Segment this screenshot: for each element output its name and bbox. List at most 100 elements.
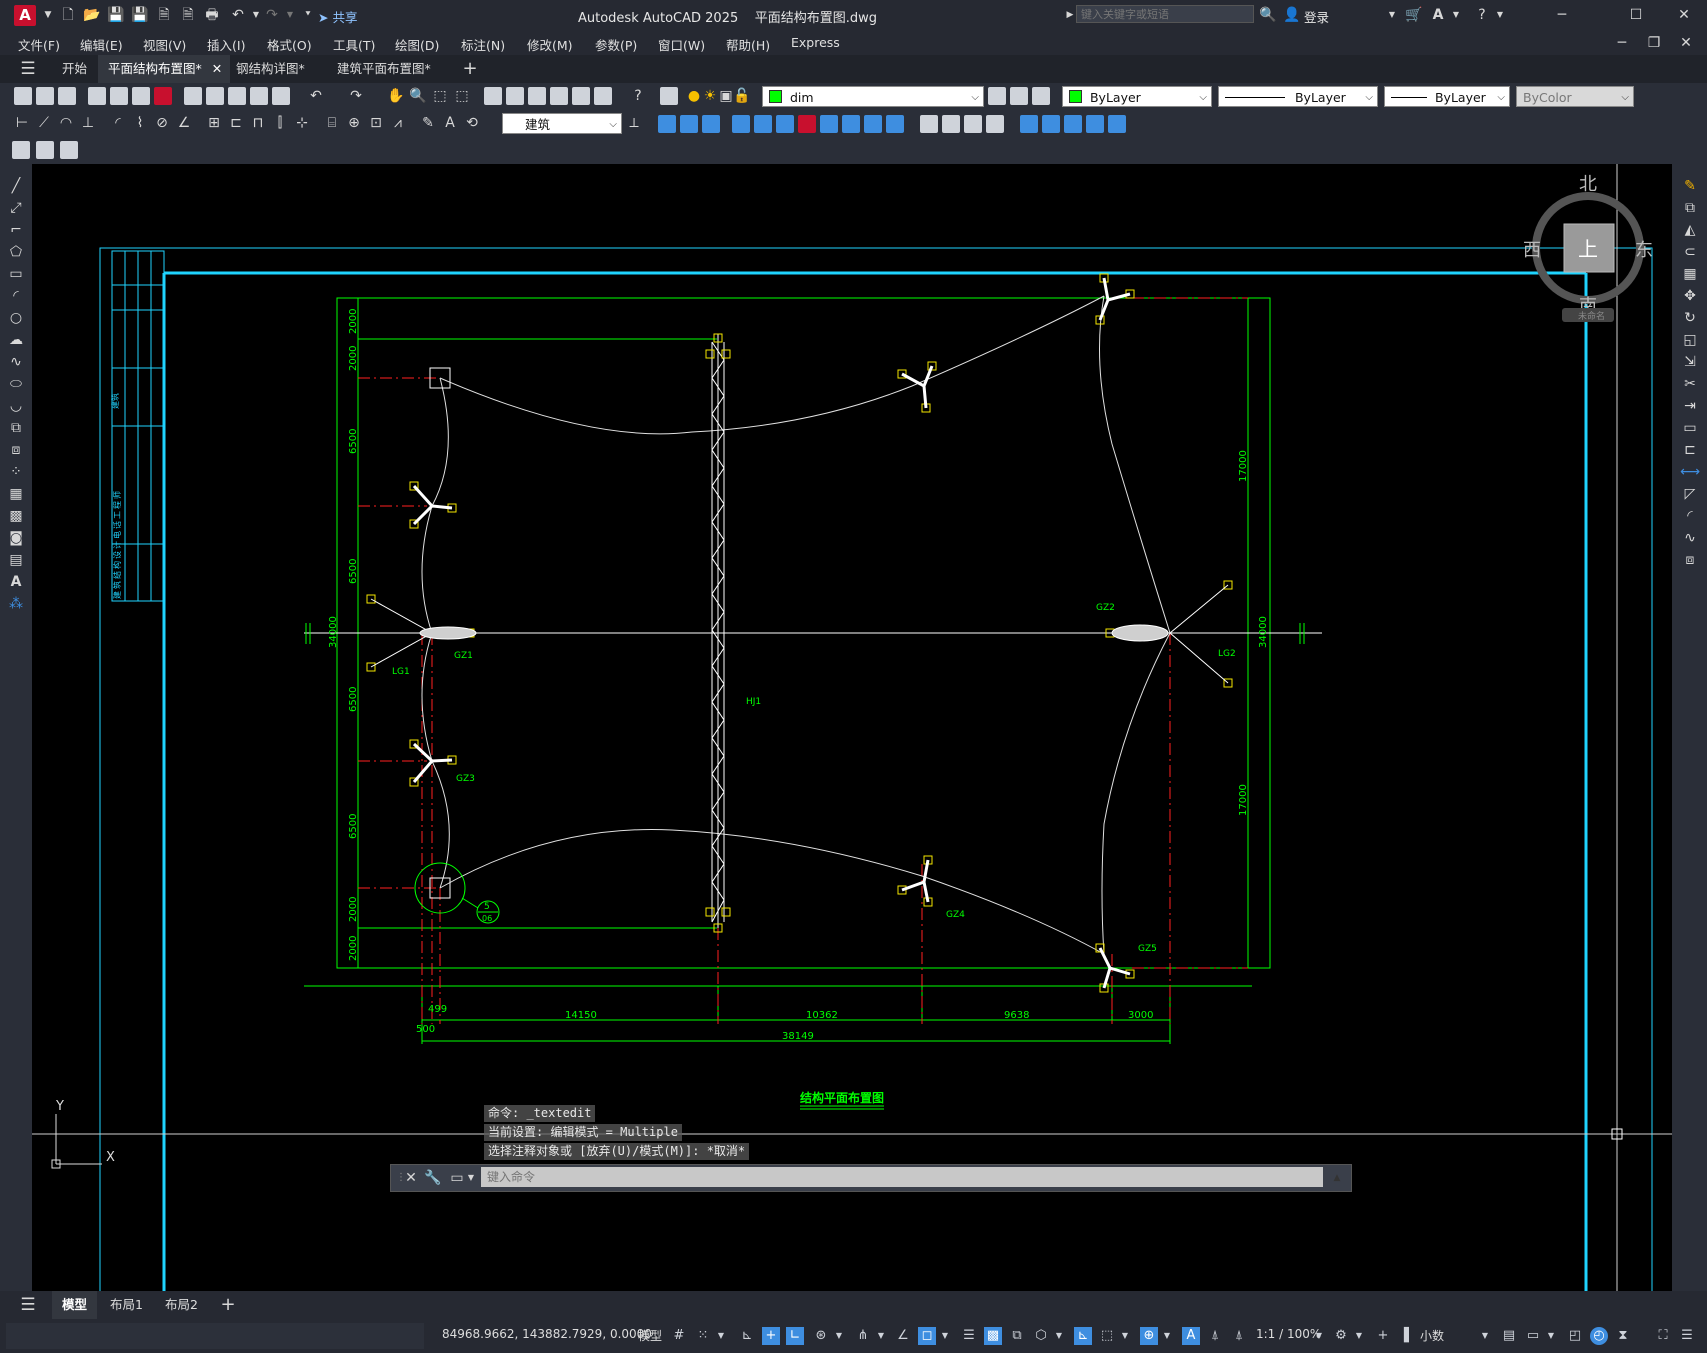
tb-preview-icon[interactable] [110,87,128,105]
modify-tool-7-icon[interactable] [798,115,816,133]
dim-arc-icon[interactable]: ◠ [56,113,76,133]
lock-ui-dropdown-icon[interactable]: ▼ [1542,1327,1560,1345]
help-icon[interactable]: ? [1472,5,1492,25]
layout-menu-icon[interactable]: ☰ [18,1295,38,1315]
infer-constraints-icon[interactable]: ⊾ [738,1327,756,1345]
menu-format[interactable]: 格式(O) [267,35,312,54]
dynamic-ucs-icon[interactable]: ⊾ [1074,1327,1092,1345]
circle-icon[interactable]: ○ [6,308,26,328]
isolate-objects-icon[interactable]: ◰ [1566,1327,1584,1345]
gradient-icon[interactable]: ▩ [6,506,26,526]
menu-insert[interactable]: 插入(I) [207,35,245,54]
snap-dropdown-icon[interactable]: ▼ [712,1327,730,1345]
linetype-dropdown[interactable]: ByLayer ⌵ [1218,86,1378,107]
construction-line-icon[interactable]: ⤢ [6,198,26,218]
dim-radius-icon[interactable]: ◜ [108,113,128,133]
tab-structure-plan[interactable]: 平面结构布置图* ✕ [98,55,231,83]
dim-continue-icon[interactable]: ⊓ [248,113,268,133]
tb-redo-icon[interactable]: ↷ [346,86,366,106]
login-dropdown-icon[interactable]: ▼ [1382,5,1402,25]
login-button[interactable]: 登录 [1304,7,1329,26]
command-input[interactable] [481,1167,1323,1187]
object-snap-icon[interactable]: ◻ [918,1327,936,1345]
hatch-icon[interactable]: ▦ [6,484,26,504]
open-file-icon[interactable]: 📂 [82,5,102,25]
new-tab-plus-icon[interactable]: + [460,59,480,79]
wcs-menu[interactable]: 未命名 [1578,310,1605,322]
plotstyle-dropdown[interactable]: ByColor ⌵ [1516,86,1634,107]
tab-architecture-plan[interactable]: 建筑平面布置图* [327,55,441,83]
selection-cycling-icon[interactable]: ⧉ [1008,1327,1026,1345]
units-icon[interactable]: ▌ [1400,1327,1418,1345]
menu-window[interactable]: 窗口(W) [658,35,705,54]
menu-express[interactable]: Express [791,35,840,50]
open-web-icon[interactable]: 🗎 [154,5,174,25]
explode-icon[interactable]: ⧈ [1680,550,1700,570]
tab-steel-detail[interactable]: 钢结构详图* [226,55,315,83]
doc-close-icon[interactable]: ✕ [1676,33,1696,53]
menu-modify[interactable]: 修改(M) [527,35,573,54]
tb-markup-icon[interactable] [572,87,590,105]
viewcube-east[interactable]: 东 [1635,240,1653,261]
gizmo-icon[interactable]: ⊕ [1140,1327,1158,1345]
move-icon[interactable]: ✥ [1680,286,1700,306]
drawing-canvas[interactable]: 建筑 建筑结构设计电话工程师 5 06 GZ1 LG1 GZ3 HJ1 GZ4 … [32,164,1672,1291]
isodraft-icon[interactable]: ⋔ [854,1327,872,1345]
tb-layer-properties-icon[interactable] [660,87,678,105]
tb-cut-icon[interactable] [184,87,202,105]
tb-publish-icon[interactable] [132,87,150,105]
units-value[interactable]: 小数 [1420,1327,1444,1344]
trim-icon[interactable]: ✂ [1680,374,1700,394]
customization-icon[interactable]: ☰ [1678,1327,1696,1345]
ortho-icon[interactable]: ∟ [786,1327,804,1345]
layer-dropdown[interactable]: dim ⌵ [762,86,984,107]
object-snap-dropdown-icon[interactable]: ▼ [936,1327,954,1345]
menu-tools[interactable]: 工具(T) [333,35,375,54]
annotation-monitor-icon[interactable]: + [1374,1327,1392,1345]
erase-icon[interactable]: ✎ [1680,176,1700,196]
modify-tool-19-icon[interactable] [1086,115,1104,133]
blend-curves-icon[interactable]: ∿ [1680,528,1700,548]
dim-update-icon[interactable]: ⟲ [462,113,482,133]
autocad-logo-icon[interactable]: A [14,5,36,26]
save-icon[interactable]: 💾 [106,5,126,25]
modify-tool-1-icon[interactable] [658,115,676,133]
tb-zoom-window-icon[interactable]: ⬚ [430,86,450,106]
close-icon[interactable]: ✕ [1674,5,1694,25]
menu-file[interactable]: 文件(F) [18,35,60,54]
tab-start[interactable]: 开始 [52,55,97,83]
tb-new-icon[interactable] [14,87,32,105]
viewcube-west[interactable]: 西 [1523,240,1541,261]
app-menu-chevron-icon[interactable]: ▼ [38,5,58,25]
tb-help-icon[interactable]: ? [628,86,648,106]
help-dropdown-icon[interactable]: ▼ [1490,5,1510,25]
modify-tool-16-icon[interactable] [1020,115,1038,133]
modify-tool-6-icon[interactable] [776,115,794,133]
grid-icon[interactable]: # [670,1327,688,1345]
modify-tool-17-icon[interactable] [1042,115,1060,133]
inspection-icon[interactable]: ⊡ [366,113,386,133]
annotation-scale-dropdown-icon[interactable]: ▼ [1310,1327,1328,1345]
polar-dropdown-icon[interactable]: ▼ [830,1327,848,1345]
modify-tool-18-icon[interactable] [1064,115,1082,133]
undo-icon[interactable]: ↶ [228,5,248,25]
line-icon[interactable]: ╱ [6,176,26,196]
spline-icon[interactable]: ∿ [6,352,26,372]
model-space-toggle[interactable]: 模型 [638,1327,662,1344]
region-icon[interactable]: ◙ [6,528,26,548]
tb-layer-states-icon[interactable] [1032,87,1050,105]
modify-tool-2-icon[interactable] [680,115,698,133]
tb-paste-icon[interactable] [228,87,246,105]
user-icon[interactable]: 👤 [1282,5,1302,25]
hardware-acceleration-icon[interactable]: ◴ [1590,1327,1608,1345]
menu-view[interactable]: 视图(V) [143,35,186,54]
workspace-dropdown-icon[interactable]: ▼ [1350,1327,1368,1345]
plot-icon[interactable]: 🖶 [202,5,222,25]
tb-undo-icon[interactable]: ↶ [306,86,326,106]
menu-help[interactable]: 帮助(H) [726,35,770,54]
doc-minimize-icon[interactable]: ─ [1612,33,1632,53]
point-icon[interactable]: ⁘ [6,462,26,482]
tb-pan-icon[interactable]: ✋ [386,86,406,106]
command-history-expand-icon[interactable]: ▲ [1327,1168,1347,1188]
tb-3dprint-icon[interactable] [154,87,172,105]
